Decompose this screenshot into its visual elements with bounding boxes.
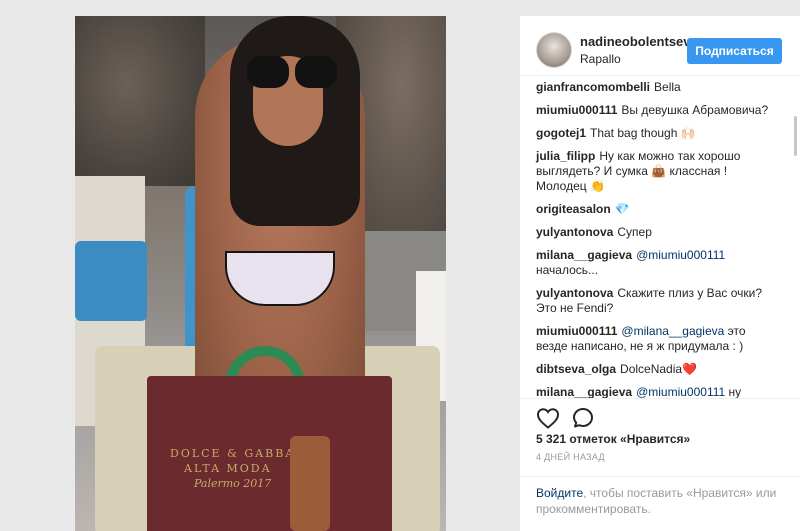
photo-bag-tag [290, 436, 330, 531]
comment-item: origiteasalon 💎 [536, 202, 780, 217]
comment-mention[interactable]: @milana__gagieva [621, 324, 724, 338]
follow-button[interactable]: Подписаться [687, 38, 782, 64]
comment-username[interactable]: dibtseva_olga [536, 362, 616, 376]
comment-item: milana__gagieva @miumiu000111 началось... [536, 248, 780, 278]
post-timestamp: 4 ДНЕЙ НАЗАД [536, 452, 605, 462]
comment-mention[interactable]: @miumiu000111 [636, 248, 725, 262]
comment-item: yulyantonova Скажите плиз у Вас очки? Это… [536, 286, 780, 316]
comment-item: yulyantonova Супер [536, 225, 780, 240]
comments-scrollbar[interactable] [794, 116, 797, 156]
post-header: nadineobolentseva Rapallo Подписаться [520, 16, 800, 76]
post-side-panel: nadineobolentseva Rapallo Подписаться gi… [520, 16, 800, 531]
comment-text: 💎 [614, 202, 630, 216]
photo-sunglasses [247, 56, 337, 90]
avatar[interactable] [536, 32, 572, 68]
comment-username[interactable]: miumiu000111 [536, 103, 617, 117]
bag-print-line3: Palermo 2017 [194, 477, 272, 490]
post-actions [520, 398, 800, 434]
bag-print-line1: DOLCE & GABBANA [170, 447, 317, 460]
photo-bag-print: DOLCE & GABBANA ALTA MODA Palermo 2017 [170, 446, 370, 491]
comment-text: That bag though 🙌🏻 [590, 126, 696, 140]
comment-username[interactable]: milana__gagieva [536, 385, 632, 398]
photo-rocks-left [75, 16, 205, 186]
comment-username[interactable]: gogotej1 [536, 126, 586, 140]
likes-count[interactable]: 5 321 отметок «Нравится» [536, 432, 690, 446]
heart-icon[interactable] [536, 407, 560, 429]
comment-username[interactable]: milana__gagieva [536, 248, 632, 262]
comment-username[interactable]: yulyantonova [536, 286, 613, 300]
comment-text: Bella [654, 80, 681, 94]
comment-username[interactable]: miumiu000111 [536, 324, 617, 338]
comment-item: miumiu000111 Вы девушка Абрамовича? [536, 103, 780, 118]
comment-text: Супер [617, 225, 652, 239]
comment-item: dibtseva_olga DolceNadia❤️ [536, 362, 780, 377]
bag-print-line2: ALTA MODA [184, 462, 272, 475]
comment-item: milana__gagieva @miumiu000111 ну [536, 385, 780, 398]
comments-list[interactable]: gianfrancomombelli Bella miumiu000111 Вы д… [520, 80, 800, 398]
comment-text: началось... [536, 263, 599, 277]
comment-username[interactable]: yulyantonova [536, 225, 613, 239]
comment-item: miumiu000111 @milana__gagieva это везде н… [536, 324, 780, 354]
comment-username[interactable]: gianfrancomombelli [536, 80, 650, 94]
comment-icon[interactable] [572, 407, 594, 429]
instagram-post: DOLCE & GABBANA ALTA MODA Palermo 2017 n… [0, 0, 800, 531]
photo-towel [75, 241, 147, 321]
comment-username[interactable]: julia_filipp [536, 149, 595, 163]
comment-item: gianfrancomombelli Bella [536, 80, 780, 95]
login-prompt: Войдите, чтобы поставить «Нравится» или … [520, 476, 800, 531]
comment-username[interactable]: origiteasalon [536, 202, 611, 216]
post-photo[interactable]: DOLCE & GABBANA ALTA MODA Palermo 2017 [75, 16, 446, 531]
comment-item: julia_filipp Ну как можно так хорошо выгл… [536, 149, 780, 194]
photo-bikini-top [225, 251, 335, 306]
comment-text: ну [728, 385, 742, 398]
post-location[interactable]: Rapallo [580, 52, 621, 66]
comment-mention[interactable]: @miumiu000111 [636, 385, 725, 398]
comment-text: DolceNadia❤️ [620, 362, 698, 376]
comment-item: gogotej1 That bag though 🙌🏻 [536, 126, 780, 141]
login-link[interactable]: Войдите [536, 486, 583, 500]
comment-text: Вы девушка Абрамовича? [621, 103, 769, 117]
